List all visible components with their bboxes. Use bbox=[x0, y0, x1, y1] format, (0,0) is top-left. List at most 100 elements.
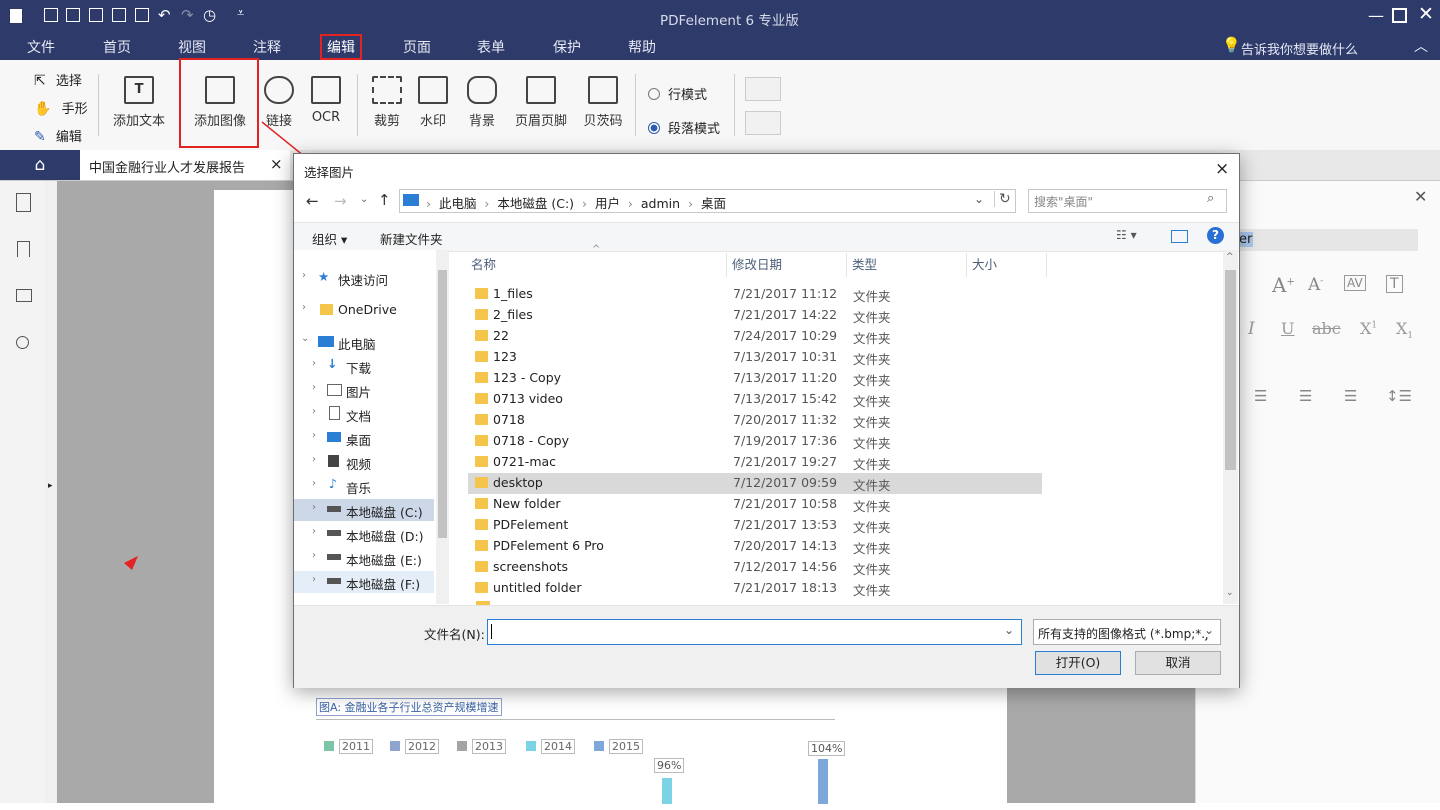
tree-scrollbar-thumb[interactable] bbox=[438, 270, 447, 538]
file-name: 1_files bbox=[493, 286, 533, 301]
pictures-icon bbox=[327, 384, 342, 396]
text-cursor bbox=[491, 624, 492, 639]
file-row[interactable]: New folder 7/21/2017 10:58 文件夹 bbox=[468, 494, 1042, 515]
file-type: 文件夹 bbox=[853, 520, 891, 535]
crumb-this-pc[interactable]: 此电脑 bbox=[439, 196, 477, 211]
file-row[interactable]: 0713 video 7/13/2017 15:42 文件夹 bbox=[468, 389, 1042, 410]
expand-icon: › bbox=[312, 502, 316, 513]
file-date: 7/21/2017 10:58 bbox=[733, 496, 838, 511]
scroll-down-icon[interactable]: ⌄ bbox=[1226, 588, 1234, 598]
file-name: PDFelement 6 Pro bbox=[493, 538, 604, 553]
dialog-close-icon[interactable]: × bbox=[1215, 159, 1229, 179]
tree-item-desktop[interactable]: › 桌面 bbox=[294, 427, 434, 449]
file-row[interactable]: 22 7/24/2017 10:29 文件夹 bbox=[468, 326, 1042, 347]
folder-icon bbox=[475, 582, 488, 593]
tree-item-quick-access[interactable]: › ★ 快速访问 bbox=[294, 267, 434, 289]
filename-dropdown-icon[interactable]: ⌄ bbox=[1004, 623, 1014, 637]
file-row[interactable]: untitled folder 7/21/2017 18:13 文件夹 bbox=[468, 578, 1042, 599]
scroll-up-icon[interactable]: ^ bbox=[1226, 252, 1234, 262]
file-type: 文件夹 bbox=[853, 310, 891, 325]
tree-label: OneDrive bbox=[338, 302, 397, 317]
column-divider bbox=[1046, 253, 1047, 277]
crumb-admin[interactable]: admin bbox=[641, 196, 680, 211]
file-date: 7/21/2017 11:12 bbox=[733, 286, 838, 301]
preview-pane-icon[interactable] bbox=[1171, 230, 1188, 243]
file-type: 文件夹 bbox=[853, 499, 891, 514]
tree-label: 本地磁盘 (F:) bbox=[346, 577, 421, 592]
file-row[interactable]: desktop 7/12/2017 09:59 文件夹 bbox=[468, 473, 1042, 494]
expand-icon: › bbox=[312, 454, 316, 465]
tree-item-downloads[interactable]: › ↓ 下载 bbox=[294, 355, 434, 377]
file-row[interactable]: 123 7/13/2017 10:31 文件夹 bbox=[468, 347, 1042, 368]
folder-icon bbox=[475, 372, 488, 383]
column-date[interactable]: 修改日期 bbox=[732, 254, 782, 273]
file-type: 文件夹 bbox=[853, 436, 891, 451]
file-row[interactable]: screenshots 7/12/2017 14:56 文件夹 bbox=[468, 557, 1042, 578]
tree-label: 视频 bbox=[346, 457, 372, 472]
folder-icon bbox=[475, 351, 488, 362]
column-divider bbox=[966, 253, 967, 277]
file-scrollbar-thumb[interactable] bbox=[1225, 270, 1236, 470]
file-row[interactable]: 0718 7/20/2017 11:32 文件夹 bbox=[468, 410, 1042, 431]
breadcrumb: › 此电脑 › 本地磁盘 (C:) › 用户 › admin › 桌面 bbox=[426, 196, 726, 211]
tree-item-drive-d[interactable]: › 本地磁盘 (D:) bbox=[294, 523, 434, 545]
file-type: 文件夹 bbox=[853, 289, 891, 304]
column-name[interactable]: 名称 bbox=[471, 254, 496, 273]
column-size[interactable]: 大小 bbox=[972, 254, 997, 273]
up-arrow-icon[interactable]: ↑ bbox=[378, 191, 391, 209]
file-type-select[interactable]: 所有支持的图像格式 (*.bmp;*.j ⌄ bbox=[1033, 619, 1221, 645]
computer-icon bbox=[318, 336, 334, 347]
file-type-dropdown-icon[interactable]: ⌄ bbox=[1204, 623, 1215, 637]
tree-label: 文档 bbox=[346, 409, 372, 424]
file-row[interactable]: 0718 - Copy 7/19/2017 17:36 文件夹 bbox=[468, 431, 1042, 452]
back-arrow-icon[interactable]: ← bbox=[306, 192, 319, 210]
tree-item-drive-e[interactable]: › 本地磁盘 (E:) bbox=[294, 547, 434, 569]
tree-label: 此电脑 bbox=[338, 337, 376, 352]
crumb-desktop[interactable]: 桌面 bbox=[701, 196, 726, 211]
tree-item-videos[interactable]: › 视频 bbox=[294, 451, 434, 473]
drive-icon bbox=[327, 506, 341, 512]
file-type: 文件夹 bbox=[853, 331, 891, 346]
tree-item-this-pc[interactable]: ⌄ 此电脑 bbox=[294, 331, 434, 353]
file-type: 文件夹 bbox=[853, 415, 891, 430]
address-dropdown-icon[interactable]: ⌄ bbox=[974, 192, 984, 206]
cancel-button[interactable]: 取消 bbox=[1135, 651, 1221, 675]
file-row[interactable]: 0721-mac 7/21/2017 19:27 文件夹 bbox=[468, 452, 1042, 473]
help-icon[interactable]: ? bbox=[1207, 227, 1224, 244]
folder-icon bbox=[475, 540, 488, 551]
column-type[interactable]: 类型 bbox=[852, 254, 877, 273]
file-row[interactable]: PDFelement 7/21/2017 13:53 文件夹 bbox=[468, 515, 1042, 536]
crumb-users[interactable]: 用户 bbox=[595, 196, 620, 211]
tree-item-drive-c[interactable]: › 本地磁盘 (C:) bbox=[294, 499, 434, 521]
forward-arrow-icon[interactable]: → bbox=[334, 192, 347, 210]
tree-item-documents[interactable]: › 文档 bbox=[294, 403, 434, 425]
crumb-drive[interactable]: 本地磁盘 (C:) bbox=[497, 196, 574, 211]
open-button[interactable]: 打开(O) bbox=[1035, 651, 1121, 675]
folder-icon bbox=[475, 498, 488, 509]
expand-icon: › bbox=[312, 574, 316, 585]
file-date: 7/21/2017 13:53 bbox=[733, 517, 838, 532]
tree-scrollbar[interactable] bbox=[436, 250, 449, 604]
folder-icon bbox=[475, 309, 488, 320]
file-date: 7/19/2017 17:36 bbox=[733, 433, 838, 448]
refresh-icon[interactable]: ↻ bbox=[994, 191, 1011, 207]
new-folder-button[interactable]: 新建文件夹 bbox=[380, 229, 443, 248]
file-date: 7/21/2017 14:22 bbox=[733, 307, 838, 322]
file-row[interactable]: 1_files 7/21/2017 11:12 文件夹 bbox=[468, 284, 1042, 305]
file-row[interactable]: 123 - Copy 7/13/2017 11:20 文件夹 bbox=[468, 368, 1042, 389]
address-bar[interactable]: › 此电脑 › 本地磁盘 (C:) › 用户 › admin › 桌面 ⌄ ↻ bbox=[399, 189, 1016, 213]
view-options-icon[interactable]: ☷ ▾ bbox=[1116, 228, 1137, 242]
tree-item-onedrive[interactable]: › OneDrive bbox=[294, 299, 434, 321]
tree-item-music[interactable]: › ♪ 音乐 bbox=[294, 475, 434, 497]
file-row[interactable]: 2_files 7/21/2017 14:22 文件夹 bbox=[468, 305, 1042, 326]
filename-input[interactable]: ⌄ bbox=[487, 619, 1022, 645]
search-icon[interactable]: ⌕ bbox=[1207, 191, 1214, 206]
tree-item-pictures[interactable]: › 图片 bbox=[294, 379, 434, 401]
search-box[interactable]: 搜索"桌面" ⌕ bbox=[1028, 189, 1227, 213]
recent-dropdown-icon[interactable]: ⌄ bbox=[360, 194, 368, 205]
tree-item-drive-f[interactable]: › 本地磁盘 (F:) bbox=[294, 571, 434, 593]
file-list-scrollbar[interactable]: ^ ⌄ bbox=[1223, 250, 1238, 604]
organize-menu[interactable]: 组织 ▾ bbox=[312, 229, 347, 248]
file-row[interactable]: PDFelement 6 Pro 7/20/2017 14:13 文件夹 bbox=[468, 536, 1042, 557]
tree-label: 本地磁盘 (E:) bbox=[346, 553, 422, 568]
